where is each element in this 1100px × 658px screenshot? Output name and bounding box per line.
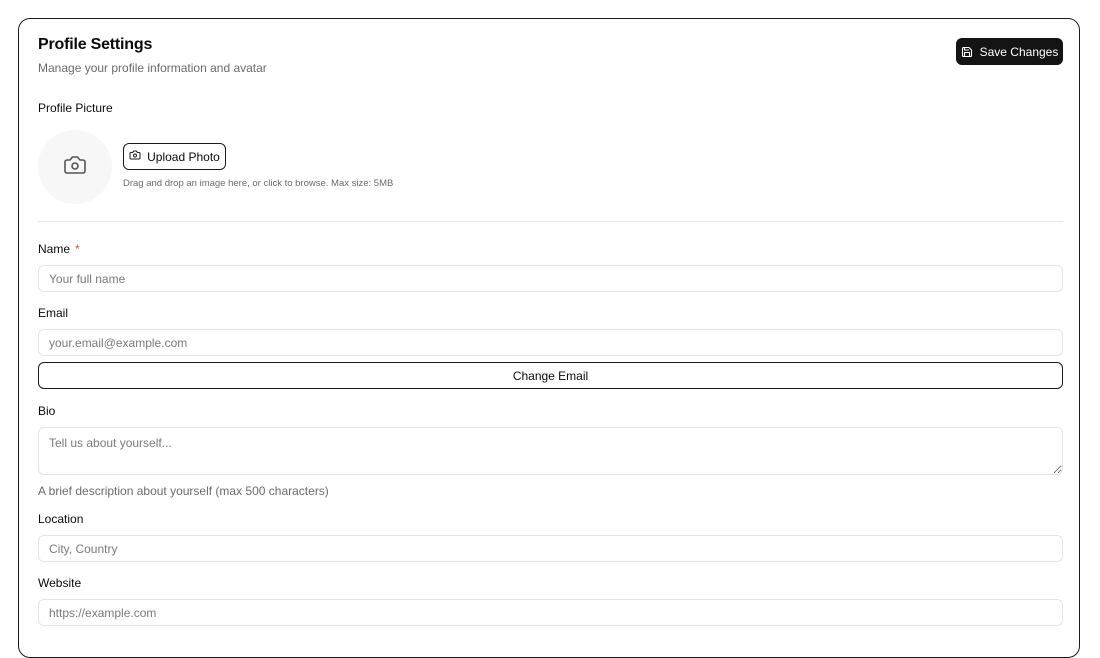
bio-helper-text: A brief description about yourself (max …	[38, 484, 329, 498]
section-divider	[38, 221, 1063, 222]
save-icon	[961, 46, 973, 58]
save-changes-button[interactable]: Save Changes	[956, 38, 1063, 65]
name-label-text: Name	[38, 242, 71, 256]
avatar-placeholder[interactable]	[38, 130, 112, 204]
upload-photo-label: Upload Photo	[147, 149, 220, 164]
profile-picture-label: Profile Picture	[38, 101, 113, 115]
page-subtitle: Manage your profile information and avat…	[38, 61, 267, 75]
camera-icon	[129, 149, 141, 164]
required-marker: *	[75, 242, 80, 256]
location-label: Location	[38, 512, 84, 526]
name-input[interactable]	[38, 265, 1063, 292]
name-label: Name *	[38, 242, 80, 256]
save-changes-label: Save Changes	[979, 44, 1059, 59]
email-input[interactable]	[38, 329, 1063, 356]
bio-textarea[interactable]	[38, 427, 1063, 475]
page-title: Profile Settings	[38, 36, 153, 53]
website-label: Website	[38, 576, 82, 590]
change-email-button[interactable]: Change Email	[38, 362, 1063, 389]
profile-settings-card: Profile Settings Manage your profile inf…	[18, 18, 1080, 658]
upload-hint: Drag and drop an image here, or click to…	[123, 178, 394, 189]
location-input[interactable]	[38, 535, 1063, 562]
camera-icon	[63, 153, 87, 182]
bio-label: Bio	[38, 404, 56, 418]
upload-photo-button[interactable]: Upload Photo	[123, 143, 226, 170]
website-input[interactable]	[38, 599, 1063, 626]
email-label: Email	[38, 306, 69, 320]
